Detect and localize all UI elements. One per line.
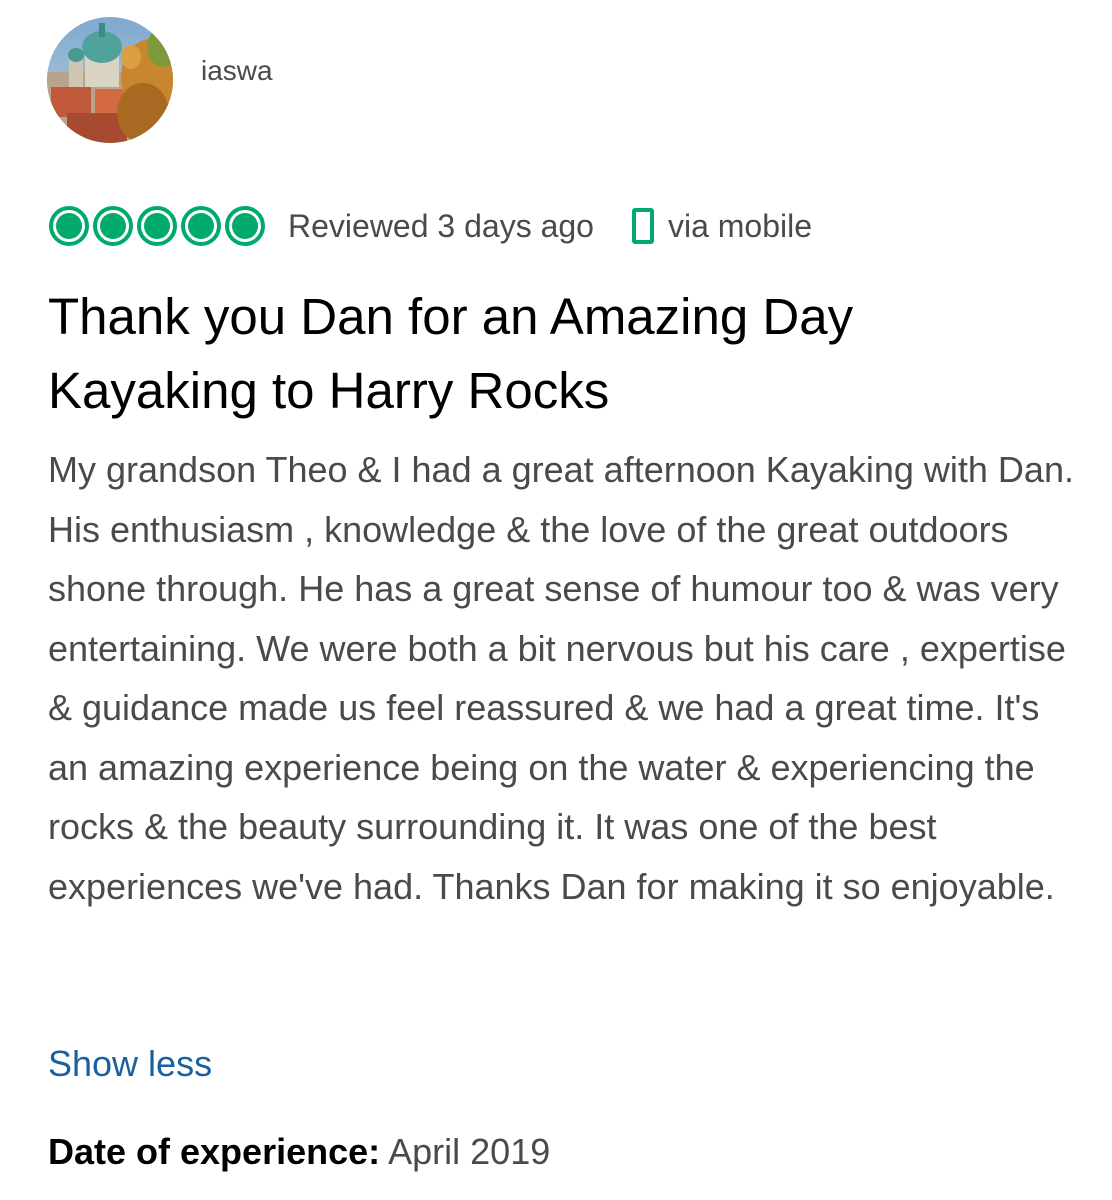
review-title[interactable]: Thank you Dan for an Amazing Day Kayakin… bbox=[48, 280, 1068, 428]
via-mobile-label: via mobile bbox=[667, 207, 813, 244]
rating-bubble-fill bbox=[100, 213, 126, 239]
show-less-link[interactable]: Show less bbox=[48, 1036, 212, 1092]
reviewer-header: iaswa bbox=[47, 17, 273, 143]
rating-bubble bbox=[225, 206, 265, 246]
rating-bubble bbox=[181, 206, 221, 246]
rating-bubble-fill bbox=[56, 213, 82, 239]
rating-bubble bbox=[93, 206, 133, 246]
rating-bubble bbox=[49, 206, 89, 246]
rating-bubbles bbox=[49, 206, 269, 246]
rating-bubble-fill bbox=[188, 213, 214, 239]
reviewer-username[interactable]: iaswa bbox=[201, 55, 273, 87]
date-of-experience-label: Date of experience: bbox=[48, 1131, 381, 1172]
reviewed-date: Reviewed 3 days ago bbox=[288, 207, 594, 244]
review-meta: Reviewed 3 days ago via mobile bbox=[49, 200, 812, 252]
date-of-experience-value: April 2019 bbox=[388, 1131, 551, 1172]
rating-bubble-fill bbox=[232, 213, 258, 239]
review-body: My grandson Theo & I had a great afterno… bbox=[48, 449, 1074, 907]
rating-bubble bbox=[137, 206, 177, 246]
date-of-experience: Date of experience: April 2019 bbox=[48, 1124, 550, 1180]
avatar[interactable] bbox=[47, 17, 173, 143]
mobile-phone-icon bbox=[631, 208, 654, 244]
rating-bubble-fill bbox=[144, 213, 170, 239]
